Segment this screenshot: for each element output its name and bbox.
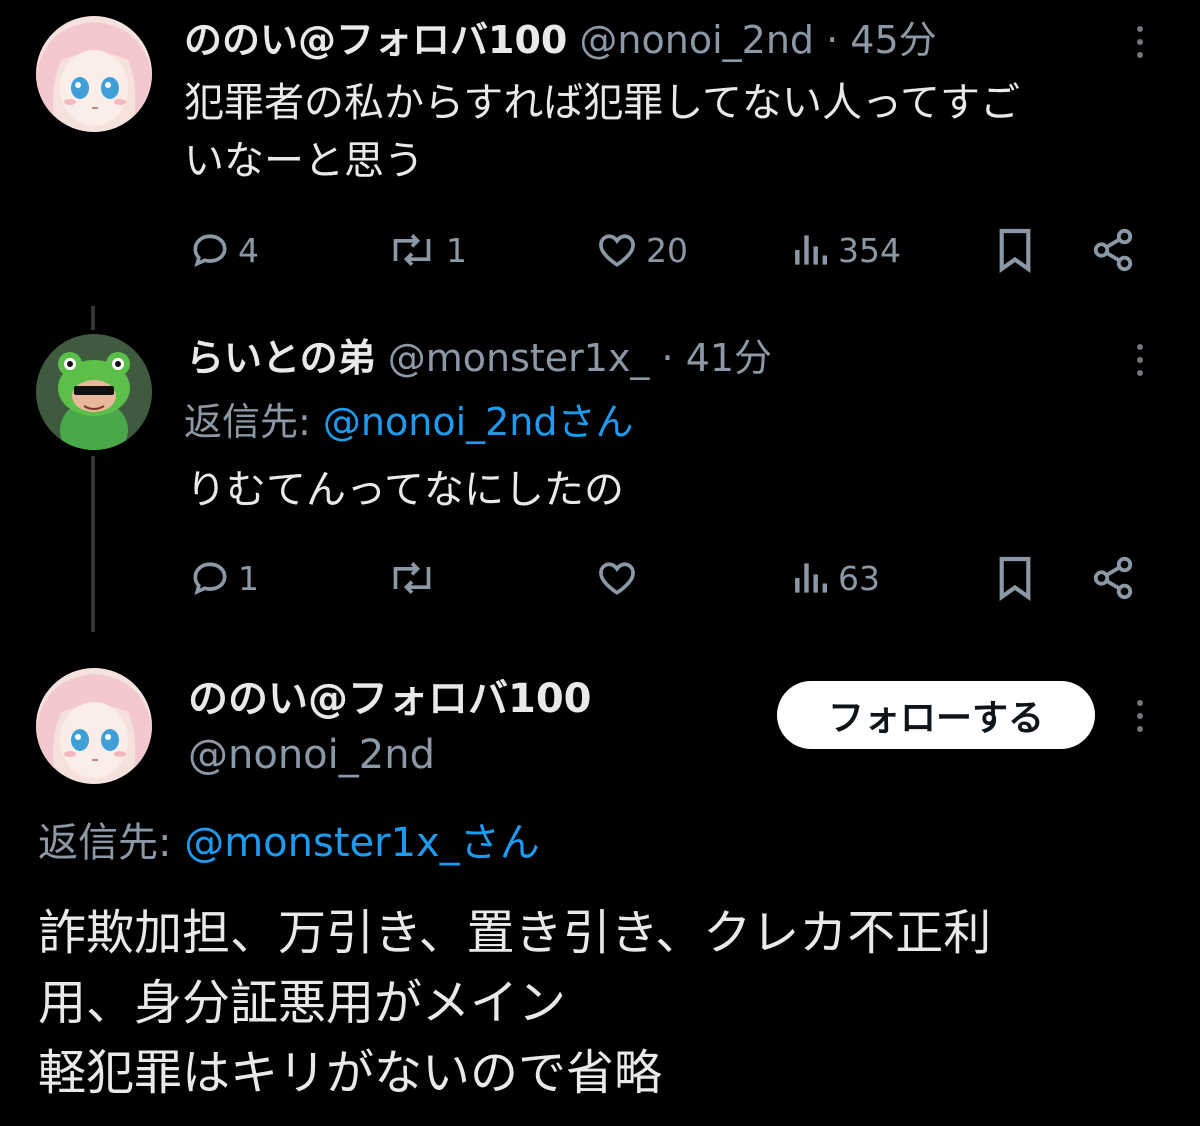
avatar[interactable]	[36, 16, 152, 132]
reply-to-label: 返信先:	[38, 820, 172, 866]
tweet-text: りむてんってなにしたの	[186, 467, 624, 513]
reply-button[interactable]: 1	[188, 554, 259, 602]
like-count: 20	[646, 230, 688, 270]
follow-button[interactable]: フォローする	[777, 681, 1095, 749]
thread-line	[91, 456, 95, 632]
retweet-icon	[393, 562, 431, 594]
views-button[interactable]: 354	[792, 226, 901, 274]
retweet-count: 1	[446, 230, 467, 270]
view-count: 354	[838, 230, 901, 270]
reply-to-link[interactable]: @nonoi_2ndさん	[323, 400, 634, 444]
retweet-icon	[393, 234, 431, 266]
share-icon	[1093, 228, 1133, 272]
view-count: 63	[838, 558, 880, 598]
like-icon	[599, 234, 635, 267]
retweet-button[interactable]: 1	[384, 226, 467, 274]
more-icon[interactable]	[1128, 330, 1152, 390]
user-display-name[interactable]: らいとの弟	[186, 336, 376, 380]
user-handle[interactable]: @nonoi_2nd	[579, 18, 814, 62]
thread-line	[91, 306, 95, 330]
user-handle[interactable]: @nonoi_2nd	[188, 728, 435, 782]
reply-button[interactable]: 4	[188, 226, 259, 274]
bookmark-button[interactable]	[996, 554, 1034, 602]
reply-count: 4	[238, 230, 259, 270]
more-icon[interactable]	[1128, 686, 1152, 746]
like-button[interactable]: 20	[594, 226, 688, 274]
user-handle[interactable]: @monster1x_	[388, 336, 650, 380]
bookmark-icon	[999, 228, 1031, 274]
tweet-text-line: 犯罪者の私からすれば犯罪してない人ってすご	[184, 80, 1020, 126]
tweet-text-line: 詐欺加担、万引き、置き引き、クレカ不正利	[38, 905, 992, 961]
user-display-name[interactable]: ののい@フォロバ100	[188, 672, 592, 726]
user-display-name[interactable]: ののい@フォロバ100	[184, 18, 567, 62]
reply-icon	[193, 234, 227, 268]
tweet-text-line: 軽犯罪はキリがないので省略	[38, 1045, 663, 1101]
tweet-text-line: いなーと思う	[184, 138, 424, 184]
views-icon	[795, 235, 828, 265]
share-button[interactable]	[1090, 226, 1136, 274]
avatar[interactable]	[36, 668, 152, 784]
reply-icon	[193, 562, 227, 596]
avatar[interactable]	[36, 334, 152, 450]
views-button[interactable]: 63	[792, 554, 880, 602]
like-icon	[599, 562, 635, 595]
reply-to-label: 返信先:	[184, 400, 311, 444]
reply-count: 1	[238, 558, 259, 598]
more-icon[interactable]	[1128, 12, 1152, 72]
bookmark-button[interactable]	[996, 226, 1034, 274]
timestamp[interactable]: · 41分	[662, 336, 773, 380]
reply-to-link[interactable]: @monster1x_さん	[184, 820, 540, 866]
bookmark-icon	[999, 556, 1031, 602]
timestamp[interactable]: · 45分	[826, 18, 937, 62]
share-icon	[1093, 556, 1133, 600]
share-button[interactable]	[1090, 554, 1136, 602]
views-icon	[795, 563, 828, 593]
tweet-text-line: 用、身分証悪用がメイン	[38, 975, 567, 1031]
like-button[interactable]	[594, 554, 640, 602]
retweet-button[interactable]	[384, 554, 440, 602]
